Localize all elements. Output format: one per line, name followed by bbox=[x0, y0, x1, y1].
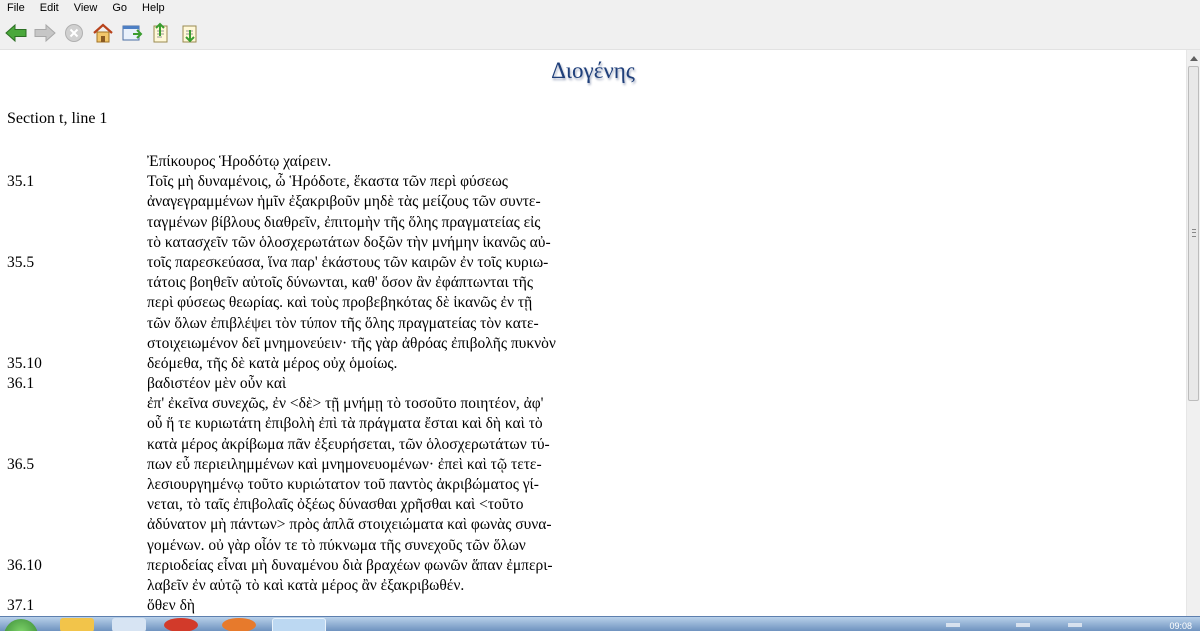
line-number: 37.1 bbox=[7, 597, 35, 615]
forward-arrow-icon bbox=[34, 23, 56, 42]
text-line: τῶν ὅλων ἐπιβλέψει τὸν τύπον τῆς ὅλης πρ… bbox=[0, 314, 1186, 334]
line-text: λεσιουργημένῳ τοῦτο κυριώτατον τοῦ παντὸ… bbox=[147, 476, 539, 493]
text-line: κατὰ μέρος ἀκρίβωμα πᾶν ἐξευρήσεται, τῶν… bbox=[0, 435, 1186, 455]
line-number: 36.1 bbox=[7, 375, 35, 393]
home-button[interactable] bbox=[90, 20, 116, 46]
forward-button[interactable] bbox=[32, 20, 58, 46]
import-icon bbox=[182, 25, 197, 42]
text-line: ἀδύνατον μὴ πάντων> πρὸς ἁπλᾶ στοιχειώμα… bbox=[0, 515, 1186, 535]
text-line: ἐπ' ἐκεῖνα συνεχῶς, ἐν <δὲ> τῇ μνήμῃ τὸ … bbox=[0, 394, 1186, 414]
line-text: κατὰ μέρος ἀκρίβωμα πᾶν ἐξευρήσεται, τῶν… bbox=[147, 435, 550, 453]
new-window-button[interactable] bbox=[119, 20, 145, 46]
menu-go[interactable]: Go bbox=[105, 0, 135, 16]
taskbar-folder-icon[interactable] bbox=[60, 618, 94, 631]
text-line: 36.1 βαδιστέον μὲν οὖν καὶ bbox=[0, 374, 1186, 394]
text-block: Ἐπίκουρος Ἡροδότῳ χαίρειν. 35.1 Τοῖς μὴ δ… bbox=[0, 152, 1186, 616]
text-line: 35.5 τοῖς παρεσκεύασα, ἵνα παρ' ἑκάστους … bbox=[0, 253, 1186, 273]
menu-file[interactable]: File bbox=[0, 0, 33, 16]
vertical-scrollbar[interactable] bbox=[1186, 50, 1200, 616]
import-button[interactable] bbox=[177, 20, 203, 46]
line-text: Τοῖς μὴ δυναμένοις, ὦ Ἡρόδοτε, ἕκαστα τῶ… bbox=[147, 173, 508, 191]
grip-icon bbox=[1192, 229, 1196, 237]
text-line: περὶ φύσεως θεωρίας. καὶ τοὺς προβεβηκότ… bbox=[0, 293, 1186, 313]
line-number: 35.1 bbox=[7, 173, 35, 191]
line-text: τάτοις βοηθεῖν αὐτοῖς δύνωνται, καθ' ὅσο… bbox=[147, 274, 534, 292]
text-line: 35.1 Τοῖς μὴ δυναμένοις, ὦ Ἡρόδοτε, ἕκασ… bbox=[0, 172, 1186, 192]
taskbar-browser-icon[interactable] bbox=[164, 618, 198, 631]
text-line: γομένων. οὐ γὰρ οἷόν τε τὸ πύκνωμα τῆς σ… bbox=[0, 536, 1186, 556]
line-text: πων εὖ περιειλημμένων καὶ μνημονευομένων… bbox=[147, 455, 542, 473]
scroll-thumb[interactable] bbox=[1188, 66, 1199, 401]
line-text: ἀδύνατον μὴ πάντων> πρὸς ἁπλᾶ στοιχειώμα… bbox=[147, 516, 552, 534]
scroll-up-icon bbox=[1190, 55, 1198, 61]
scroll-up-button[interactable] bbox=[1187, 51, 1200, 65]
text-line: λεσιουργημένῳ τοῦτο κυριώτατον τοῦ παντὸ… bbox=[0, 475, 1186, 495]
line-text: βαδιστέον μὲν οὖν καὶ bbox=[147, 375, 287, 393]
line-text: γομένων. οὐ γὰρ οἷόν τε τὸ πύκνωμα τῆς σ… bbox=[147, 536, 526, 554]
export-button[interactable] bbox=[148, 20, 174, 46]
line-text: οὗ ἥ τε κυριωτάτη ἐπιβολὴ ἐπὶ τὰ πράγματ… bbox=[147, 415, 543, 433]
text-line: ἀναγεγραμμένων ἡμῖν ἐξακριβοῦν μηδὲ τὰς … bbox=[0, 192, 1186, 212]
stop-button[interactable] bbox=[61, 20, 87, 46]
tray-icon[interactable] bbox=[1016, 623, 1030, 627]
menu-help[interactable]: Help bbox=[135, 0, 173, 16]
menu-view[interactable]: View bbox=[67, 0, 106, 16]
back-arrow-icon bbox=[5, 23, 27, 42]
new-window-icon bbox=[122, 25, 143, 40]
line-text: ὅθεν δὴ bbox=[147, 597, 195, 615]
text-line: νεται, τὸ ταῖς ἐπιβολαῖς ὀξέως δύνασθαι … bbox=[0, 495, 1186, 515]
back-button[interactable] bbox=[3, 20, 29, 46]
document-view: Διογένης Section t, line 1 Ἐπίκουρος Ἡρο… bbox=[0, 50, 1186, 616]
line-text: τοῖς παρεσκεύασα, ἵνα παρ' ἑκάστους τῶν … bbox=[147, 253, 549, 271]
line-number: 36.5 bbox=[7, 455, 35, 473]
line-text: ταγμένων βίβλους διαθρεῖν, ἐπιτομὴν τῆς … bbox=[147, 213, 541, 231]
line-text: στοιχειωμένον δεῖ μνημονεύειν· τῆς γὰρ ἀ… bbox=[147, 334, 556, 352]
line-text: τῶν ὅλων ἐπιβλέψει τὸν τύπον τῆς ὅλης πρ… bbox=[147, 314, 539, 332]
taskbar-app-icon[interactable] bbox=[112, 618, 146, 631]
line-text: ἐπ' ἐκεῖνα συνεχῶς, ἐν <δὲ> τῇ μνήμῃ τὸ … bbox=[147, 395, 544, 413]
text-line: τάτοις βοηθεῖν αὐτοῖς δύνωνται, καθ' ὅσο… bbox=[0, 273, 1186, 293]
start-button[interactable] bbox=[4, 619, 38, 631]
text-line: 37.1 ὅθεν δὴ bbox=[0, 596, 1186, 616]
taskbar: 09:08 bbox=[0, 616, 1200, 631]
line-number: 36.10 bbox=[7, 556, 42, 574]
line-text: τὸ κατασχεῖν τῶν ὁλοσχερωτάτων δοξῶν τὴν… bbox=[147, 233, 551, 251]
text-line: οὗ ἥ τε κυριωτάτη ἐπιβολὴ ἐπὶ τὰ πράγματ… bbox=[0, 414, 1186, 434]
stop-icon bbox=[65, 23, 83, 42]
line-text: ἀναγεγραμμένων ἡμῖν ἐξακριβοῦν μηδὲ τὰς … bbox=[147, 193, 541, 211]
line-text: νεται, τὸ ταῖς ἐπιβολαῖς ὀξέως δύνασθαι … bbox=[147, 496, 524, 514]
line-text: Ἐπίκουρος Ἡροδότῳ χαίρειν. bbox=[147, 153, 332, 170]
tray-icon[interactable] bbox=[1068, 623, 1082, 627]
text-line: τὸ κατασχεῖν τῶν ὁλοσχερωτάτων δοξῶν τὴν… bbox=[0, 233, 1186, 253]
page-title: Διογένης bbox=[551, 58, 635, 83]
export-icon bbox=[153, 22, 168, 42]
text-line: 36.5 πων εὖ περιειλημμένων καὶ μνημονευομ… bbox=[0, 455, 1186, 475]
taskbar-active-app-icon[interactable] bbox=[272, 618, 326, 631]
text-line: 35.10 δεόμεθα, τῆς δὲ κατὰ μέρος οὐχ ὁμοί… bbox=[0, 354, 1186, 374]
line-text: λαβεῖν ἐν αὑτῷ τὸ καὶ κατὰ μέρος ἂν ἐξακ… bbox=[147, 576, 465, 594]
text-line: ταγμένων βίβλους διαθρεῖν, ἐπιτομὴν τῆς … bbox=[0, 213, 1186, 233]
text-line: στοιχειωμένον δεῖ μνημονεύειν· τῆς γὰρ ἀ… bbox=[0, 334, 1186, 354]
toolbar bbox=[0, 16, 1200, 50]
line-text: περιοδείας εἶναι μὴ δυναμένου διὰ βραχέω… bbox=[147, 556, 553, 574]
text-line: 36.10 περιοδείας εἶναι μὴ δυναμένου διὰ β… bbox=[0, 556, 1186, 576]
menu-edit[interactable]: Edit bbox=[33, 0, 67, 16]
line-number: 35.10 bbox=[7, 354, 42, 372]
text-line: Ἐπίκουρος Ἡροδότῳ χαίρειν. bbox=[0, 152, 1186, 172]
taskbar-firefox-icon[interactable] bbox=[222, 618, 256, 631]
section-label: Section t, line 1 bbox=[7, 110, 108, 127]
line-text: περὶ φύσεως θεωρίας. καὶ τοὺς προβεβηκότ… bbox=[147, 294, 533, 312]
text-line: λαβεῖν ἐν αὑτῷ τὸ καὶ κατὰ μέρος ἂν ἐξακ… bbox=[0, 576, 1186, 596]
line-text: δεόμεθα, τῆς δὲ κατὰ μέρος οὐχ ὁμοίως. bbox=[147, 354, 398, 372]
home-icon bbox=[93, 23, 113, 42]
line-number: 35.5 bbox=[7, 253, 35, 271]
menu-bar: File Edit View Go Help bbox=[0, 0, 1200, 16]
tray-icon[interactable] bbox=[946, 623, 960, 627]
